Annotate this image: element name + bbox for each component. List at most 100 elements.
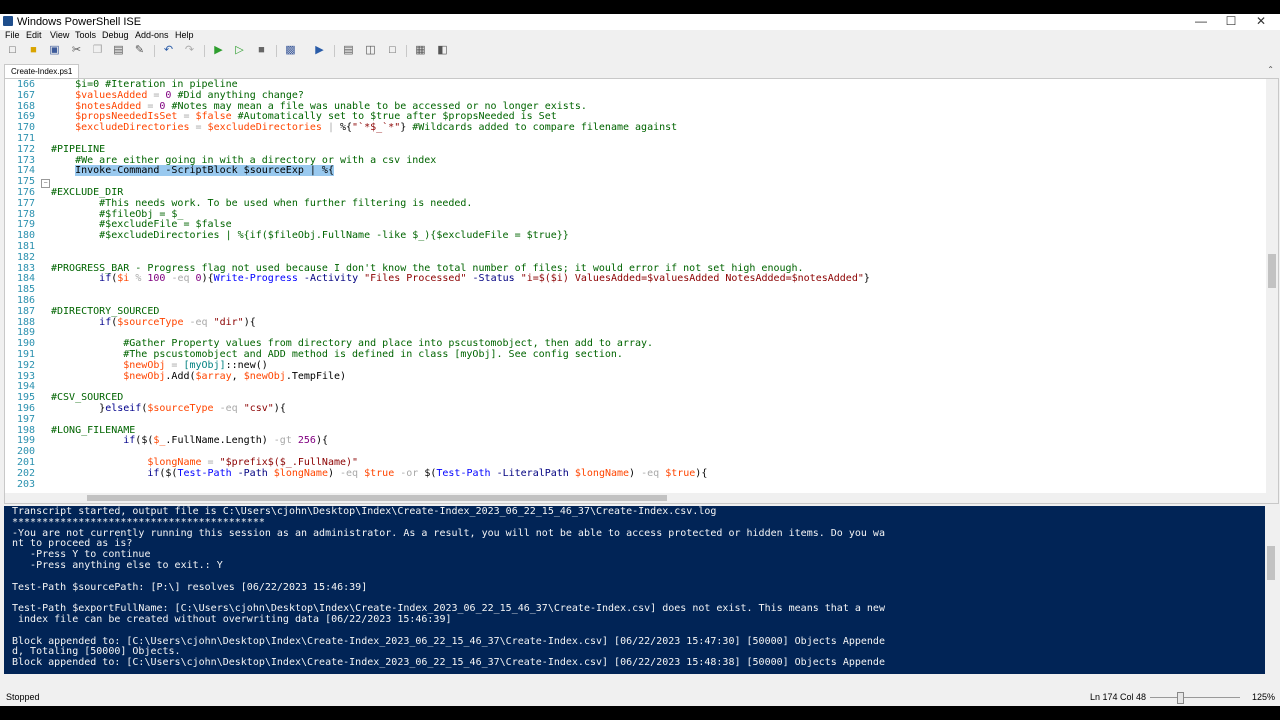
- code-token: $sourceType: [117, 316, 184, 328]
- code-token: ){: [201, 273, 214, 285]
- stop-icon[interactable]: ■: [255, 44, 268, 57]
- title-bar: Windows PowerShell ISE — ☐ ✕: [0, 14, 1280, 30]
- code-token: ){: [243, 316, 256, 328]
- zoom-slider-track[interactable]: [1150, 697, 1240, 698]
- menu-help[interactable]: Help: [175, 30, 194, 40]
- undo-icon[interactable]: ↶: [162, 44, 175, 57]
- code-line[interactable]: if($sourceType -eq "dir"){: [51, 316, 256, 329]
- code-token: =: [141, 100, 160, 112]
- code-token: -eq: [340, 467, 365, 479]
- code-token: Test-Path: [436, 467, 491, 479]
- code-token: ($(: [159, 467, 178, 479]
- menu-debug[interactable]: Debug: [102, 30, 129, 40]
- code-token: #Did anything change?: [171, 89, 304, 101]
- code-token: "i=$($i) ValuesAdded=$valuesAdded NotesA…: [520, 273, 864, 285]
- editor-vertical-scrollbar[interactable]: [1266, 79, 1278, 503]
- code-token: if: [123, 435, 136, 447]
- redo-icon[interactable]: ↷: [183, 44, 196, 57]
- code-token: $array: [195, 370, 232, 382]
- fold-toggle-icon[interactable]: −: [41, 179, 50, 188]
- close-button[interactable]: ✕: [1246, 14, 1276, 30]
- cursor-position: Ln 174 Col 48: [1090, 692, 1147, 702]
- script-pane-right-icon[interactable]: ◫: [364, 44, 377, 57]
- code-line[interactable]: }elseif($sourceType -eq "csv"){: [51, 403, 286, 415]
- new-icon[interactable]: □: [6, 44, 19, 57]
- code-token: elseif: [105, 403, 142, 414]
- code-token: $excludeDirectories: [207, 122, 322, 134]
- maximize-button[interactable]: ☐: [1216, 14, 1246, 30]
- code-token: =: [177, 111, 196, 123]
- code-line[interactable]: $excludeDirectories = $excludeDirectorie…: [51, 122, 678, 134]
- editor-horizontal-scrollbar[interactable]: [5, 493, 1266, 503]
- console-line: Test-Path $sourcePath: [P:\] resolves [0…: [12, 581, 368, 593]
- script-pane-top-icon[interactable]: ▤: [342, 44, 355, 57]
- code-token: 100: [147, 273, 166, 285]
- paste-icon[interactable]: ▤: [112, 44, 125, 57]
- run-selection-icon[interactable]: ▷: [233, 44, 246, 57]
- code-token: #Wildcards added to compare filename aga…: [406, 122, 678, 134]
- code-token: ){: [273, 403, 286, 414]
- code-token: -LiteralPath: [490, 467, 575, 479]
- code-token: #PIPELINE: [51, 143, 106, 155]
- code-line[interactable]: Invoke-Command -ScriptBlock $sourceExp |…: [51, 165, 334, 177]
- menu-add-ons[interactable]: Add-ons: [135, 30, 169, 40]
- code-token: $i=0 #Iteration in pipeline: [51, 79, 238, 90]
- script-editor[interactable]: 166 167 168 169 170 171 172 173 174 175 176 177 178 1…: [4, 78, 1279, 504]
- menu-tools[interactable]: Tools: [75, 30, 96, 40]
- code-token: Write-Progress: [213, 273, 298, 285]
- code-token: $false: [195, 111, 232, 123]
- code-token: "$prefix$($_.FullName)": [219, 457, 359, 468]
- console-pane[interactable]: Transcript started, output file is C:\Us…: [4, 506, 1277, 674]
- code-token: -or: [394, 467, 425, 479]
- code-line[interactable]: $newObj.Add($array, $newObj.TempFile): [51, 370, 346, 383]
- console-line: ****************************************…: [12, 516, 265, 528]
- open-icon[interactable]: ■: [27, 44, 40, 57]
- menu-view[interactable]: View: [50, 30, 69, 40]
- console-scroll-thumb[interactable]: [1267, 546, 1275, 580]
- code-token: =: [165, 359, 184, 371]
- clear-icon[interactable]: ✎: [133, 44, 146, 57]
- editor-horizontal-scroll-thumb[interactable]: [87, 495, 667, 501]
- code-line[interactable]: if($($_.FullName.Length) -gt 256){: [51, 435, 328, 447]
- code-token: =: [201, 457, 220, 468]
- toolbar-separator: [154, 45, 155, 57]
- console-vertical-scrollbar[interactable]: [1265, 506, 1277, 674]
- chevron-up-icon[interactable]: ⌃: [1267, 65, 1274, 74]
- code-token: -eq: [641, 467, 666, 479]
- zoom-level: 125%: [1252, 692, 1276, 702]
- powershell-ise-window: Windows PowerShell ISE — ☐ ✕ File Edit V…: [0, 14, 1280, 706]
- zoom-slider-thumb[interactable]: [1177, 692, 1184, 704]
- code-token: "dir": [213, 316, 244, 328]
- copy-icon[interactable]: ❐: [91, 44, 104, 57]
- code-line[interactable]: if($i % 100 -eq 0){Write-Progress -Activ…: [51, 273, 870, 285]
- menu-file[interactable]: File: [5, 30, 20, 40]
- code-token: $i: [117, 273, 130, 285]
- menu-edit[interactable]: Edit: [26, 30, 42, 40]
- toolbar-separator: [276, 45, 277, 57]
- editor-vertical-scroll-thumb[interactable]: [1268, 254, 1276, 288]
- code-token: $sourceType: [147, 403, 214, 414]
- save-icon[interactable]: ▣: [48, 44, 61, 57]
- command-addon-icon[interactable]: ◧: [436, 44, 449, 57]
- code-token: -Path: [231, 467, 274, 479]
- code-token: #DIRECTORY_SOURCED: [51, 305, 160, 317]
- script-tab-strip: Create-Index.ps1 ⌃: [0, 62, 1280, 79]
- code-token: ::new(): [225, 359, 268, 371]
- code-token: %{: [340, 122, 353, 134]
- code-line[interactable]: #$excludeDirectories | %{if($fileObj.Ful…: [51, 230, 569, 242]
- code-token: Test-Path: [177, 467, 232, 479]
- remote-powershell-icon[interactable]: ▩: [284, 44, 297, 57]
- code-line[interactable]: if($(Test-Path -Path $longName) -eq $tru…: [51, 467, 707, 480]
- tab-create-index[interactable]: Create-Index.ps1: [4, 64, 80, 79]
- run-icon[interactable]: ▶: [212, 44, 225, 57]
- code-token: $(: [424, 467, 437, 479]
- show-commands-icon[interactable]: ▦: [414, 44, 427, 57]
- cut-icon[interactable]: ✂: [70, 44, 83, 57]
- code-token: ){: [315, 435, 328, 447]
- console-icon[interactable]: ▶: [313, 44, 326, 57]
- minimize-button[interactable]: —: [1186, 14, 1216, 30]
- script-pane-max-icon[interactable]: □: [386, 44, 399, 57]
